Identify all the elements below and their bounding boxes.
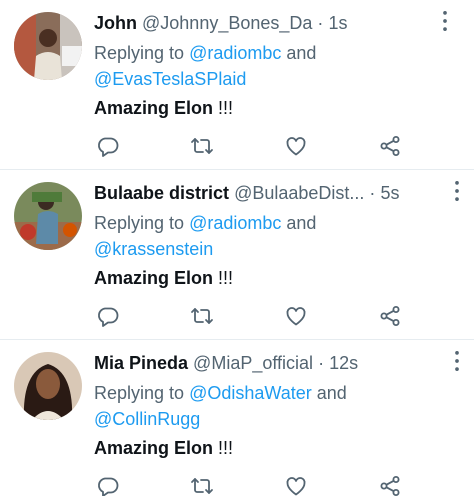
timestamp[interactable]: 12s xyxy=(329,353,358,373)
separator-dot: · xyxy=(318,353,325,373)
replying-and: and xyxy=(286,43,317,63)
tweet-header: John @Johnny_Bones_Da · 1s xyxy=(94,12,347,34)
tweet-text-tail: !!! xyxy=(218,98,234,118)
tweet[interactable]: John @Johnny_Bones_Da · 1s Replying to @… xyxy=(0,0,474,170)
tweet-header: Bulaabe district @BulaabeDist... · 5s xyxy=(94,182,399,204)
display-name[interactable]: Bulaabe district xyxy=(94,183,229,203)
tweet-text-bold: Amazing Elon xyxy=(94,268,214,288)
display-name[interactable]: Mia Pineda xyxy=(94,353,188,373)
tweet-actions xyxy=(94,134,424,158)
tweet[interactable]: Mia Pineda @MiaP_official · 12s Replying… xyxy=(0,340,474,496)
reply-icon[interactable] xyxy=(96,474,120,496)
replying-label: Replying to xyxy=(94,43,185,63)
mention-link[interactable]: @radiombc xyxy=(189,43,281,63)
heart-icon[interactable] xyxy=(284,474,308,496)
tweet-text-bold: Amazing Elon xyxy=(94,438,214,458)
reply-icon[interactable] xyxy=(96,304,120,328)
timestamp[interactable]: 5s xyxy=(380,183,399,203)
tweet-text: Amazing Elon !!! xyxy=(94,436,233,460)
replying-and: and xyxy=(286,213,317,233)
tweet-text-tail: !!! xyxy=(218,438,234,458)
timestamp[interactable]: 1s xyxy=(328,13,347,33)
mention-link[interactable]: @krassenstein xyxy=(94,239,213,259)
share-icon[interactable] xyxy=(378,474,402,496)
share-icon[interactable] xyxy=(378,304,402,328)
replying-to: Replying to @radiombc and @EvasTeslaSPla… xyxy=(94,40,454,92)
more-icon[interactable] xyxy=(432,8,458,34)
tweet-actions xyxy=(94,474,424,496)
replying-and: and xyxy=(316,383,347,403)
tweet-actions xyxy=(94,304,424,328)
tweet[interactable]: Bulaabe district @BulaabeDist... · 5s Re… xyxy=(0,170,474,340)
tweet-header: Mia Pineda @MiaP_official · 12s xyxy=(94,352,358,374)
retweet-icon[interactable] xyxy=(190,474,214,496)
user-handle[interactable]: @MiaP_official xyxy=(193,353,313,373)
mention-link[interactable]: @OdishaWater xyxy=(189,383,312,403)
separator-dot: · xyxy=(369,183,376,203)
retweet-icon[interactable] xyxy=(190,304,214,328)
heart-icon[interactable] xyxy=(284,304,308,328)
mention-link[interactable]: @radiombc xyxy=(189,213,281,233)
replying-to: Replying to @radiombc and @krassenstein xyxy=(94,210,454,262)
reply-icon[interactable] xyxy=(96,134,120,158)
display-name[interactable]: John xyxy=(94,13,137,33)
user-handle[interactable]: @BulaabeDist... xyxy=(234,183,364,203)
replying-label: Replying to xyxy=(94,383,185,403)
mention-link[interactable]: @EvasTeslaSPlaid xyxy=(94,69,246,89)
tweet-text: Amazing Elon !!! xyxy=(94,96,233,120)
tweet-text: Amazing Elon !!! xyxy=(94,266,233,290)
replying-label: Replying to xyxy=(94,213,185,233)
tweet-text-tail: !!! xyxy=(218,268,234,288)
avatar[interactable] xyxy=(14,352,82,420)
retweet-icon[interactable] xyxy=(190,134,214,158)
tweet-text-bold: Amazing Elon xyxy=(94,98,214,118)
share-icon[interactable] xyxy=(378,134,402,158)
more-icon[interactable] xyxy=(444,348,470,374)
more-icon[interactable] xyxy=(444,178,470,204)
mention-link[interactable]: @CollinRugg xyxy=(94,409,200,429)
separator-dot: · xyxy=(317,13,324,33)
avatar[interactable] xyxy=(14,182,82,250)
user-handle[interactable]: @Johnny_Bones_Da xyxy=(142,13,312,33)
avatar[interactable] xyxy=(14,12,82,80)
heart-icon[interactable] xyxy=(284,134,308,158)
replying-to: Replying to @OdishaWater and @CollinRugg xyxy=(94,380,454,432)
